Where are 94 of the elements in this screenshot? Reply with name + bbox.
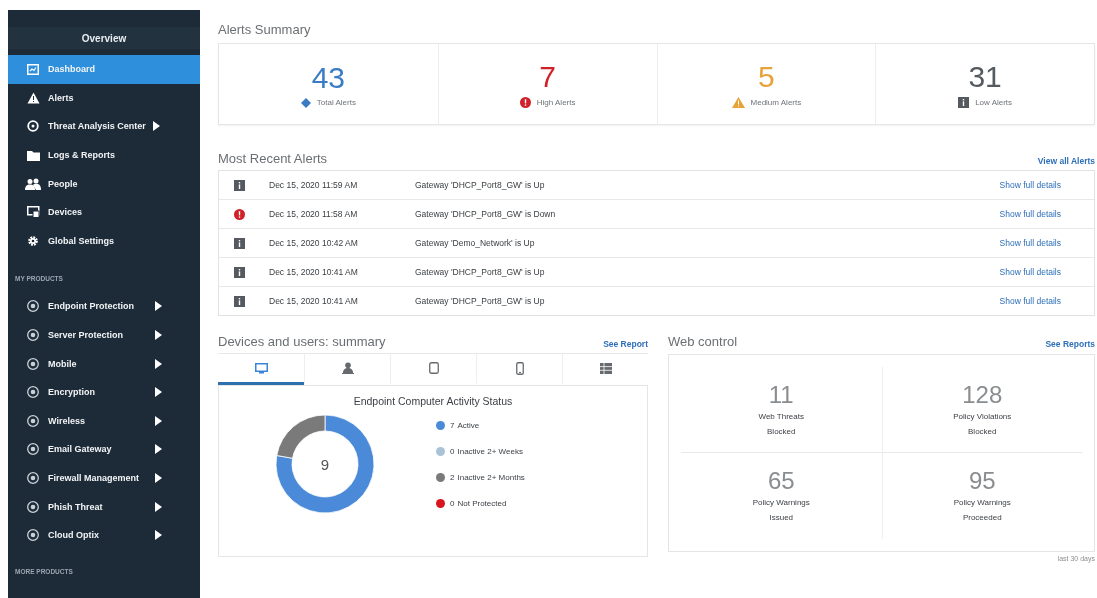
- phone-icon: [515, 361, 524, 375]
- stat-value: 95: [968, 467, 996, 495]
- alert-label: Low Alerts: [975, 98, 1013, 107]
- legend-count: 2: [450, 472, 455, 482]
- settings-icon: [27, 234, 39, 247]
- stat-label: Policy Warnings Proceeded: [952, 497, 1012, 524]
- info-icon: [234, 266, 245, 278]
- sidebar-item[interactable]: Cloud Optix: [8, 520, 200, 550]
- legend-count: 0: [450, 446, 455, 456]
- sidebar-item[interactable]: Mobile: [8, 349, 200, 378]
- see-reports-link[interactable]: See Reports: [1045, 339, 1095, 349]
- product-icon: [27, 329, 39, 342]
- legend-label: Inactive 2+ Months: [457, 472, 525, 482]
- radar-icon: [27, 120, 39, 133]
- details-link[interactable]: Show full details: [999, 209, 1061, 219]
- section-title: Devices and users: summary: [218, 334, 386, 349]
- table-cell-text: Dec 15, 2020 10:41 AM: [269, 267, 359, 277]
- section-title: Alerts Summary: [218, 22, 312, 37]
- dashboard-icon: [27, 63, 39, 75]
- info-icon: [958, 97, 970, 108]
- table-cell-text: Gateway 'DHCP_Port8_GW' is Up: [415, 296, 546, 306]
- product-icon: [27, 472, 39, 484]
- donut-total: 9: [320, 455, 330, 473]
- stat-value: 65: [767, 467, 795, 495]
- details-link[interactable]: Show full details: [999, 267, 1061, 277]
- person-icon: [341, 362, 354, 374]
- sidebar-item[interactable]: Encryption: [8, 377, 200, 407]
- legend-label: Inactive 2+ Weeks: [457, 446, 523, 456]
- info-icon: [234, 237, 245, 249]
- alert-count: 7: [539, 60, 556, 94]
- product-icon: [27, 300, 39, 313]
- exclamation-icon: [519, 97, 531, 108]
- alert-label: Total Alerts: [316, 98, 356, 107]
- table-cell-text: Gateway 'DHCP_Port8_GW' is Up: [415, 180, 546, 190]
- product-icon: [27, 386, 39, 399]
- stat-label: Policy Warnings Issued: [751, 497, 811, 524]
- monitor-icon: [254, 362, 268, 374]
- stat-value: 128: [962, 380, 1003, 409]
- alert-count: 31: [968, 60, 1002, 94]
- product-icon: [27, 357, 39, 370]
- legend-label: Not Protected: [457, 498, 507, 508]
- alert-label: Medium Alerts: [750, 98, 802, 107]
- table-cell-text: Dec 15, 2020 11:59 AM: [269, 180, 359, 190]
- devices-icon: [26, 206, 40, 219]
- stat-value: 11: [768, 380, 794, 409]
- alert-count: 5: [758, 60, 775, 94]
- exclamation-icon: [234, 208, 245, 220]
- product-icon: [27, 500, 39, 513]
- product-icon: [27, 414, 39, 427]
- table-cell-text: Gateway 'DHCP_Port8_GW' is Down: [415, 209, 557, 219]
- table-cell-text: Dec 15, 2020 10:42 AM: [269, 238, 359, 248]
- sidebar-header: Overview: [8, 27, 200, 49]
- warning-icon: [731, 97, 745, 108]
- sidebar-item[interactable]: Firewall Management: [8, 463, 200, 493]
- sidebar-item[interactable]: Server Protection: [8, 320, 200, 350]
- view-all-link[interactable]: View all Alerts: [1037, 156, 1095, 166]
- table-cell-text: Gateway 'Demo_Network' is Up: [415, 238, 536, 248]
- chart-title: Endpoint Computer Activity Status: [353, 395, 513, 407]
- sidebar-item[interactable]: People: [8, 169, 200, 198]
- details-link[interactable]: Show full details: [999, 180, 1061, 190]
- sidebar-item[interactable]: Threat Analysis Center: [8, 112, 200, 141]
- sidebar-item[interactable]: Wireless: [8, 406, 200, 436]
- table-cell-text: Gateway 'DHCP_Port8_GW' is Up: [415, 267, 546, 277]
- legend-label: Active: [457, 420, 480, 430]
- details-link[interactable]: Show full details: [999, 296, 1061, 306]
- info-icon: [234, 179, 245, 191]
- tablet-icon: [428, 362, 439, 374]
- warning-icon: [26, 91, 40, 104]
- details-link[interactable]: Show full details: [999, 238, 1061, 248]
- sidebar-item[interactable]: Global Settings: [8, 226, 200, 256]
- server-icon: [599, 362, 612, 374]
- product-icon: [27, 443, 39, 456]
- legend-count: 7: [450, 420, 455, 430]
- sidebar-item[interactable]: Phish Threat: [8, 492, 200, 521]
- stat-label: Web Threats Blocked: [757, 410, 805, 438]
- alert-count: 43: [311, 60, 346, 95]
- sidebar-item[interactable]: Logs & Reports: [8, 140, 200, 170]
- alert-label: High Alerts: [536, 98, 576, 107]
- people-icon: [25, 177, 41, 190]
- section-title: Most Recent Alerts: [218, 151, 328, 166]
- sidebar-item[interactable]: Endpoint Protection: [8, 292, 200, 321]
- sidebar-item[interactable]: Email Gateway: [8, 435, 200, 464]
- product-icon: [27, 529, 39, 542]
- see-report-link[interactable]: See Report: [603, 339, 648, 349]
- table-cell-text: Dec 15, 2020 10:41 AM: [269, 296, 359, 306]
- folder-icon: [26, 149, 40, 161]
- legend-count: 0: [450, 498, 455, 508]
- sidebar-item[interactable]: Devices: [8, 197, 200, 227]
- sidebar-item[interactable]: Alerts: [8, 83, 200, 113]
- section-title: Web control: [668, 334, 738, 349]
- diamond-icon: [300, 97, 311, 108]
- stat-label: Policy Violations Blocked: [952, 410, 1013, 438]
- info-icon: [234, 295, 245, 307]
- table-cell-text: Dec 15, 2020 11:58 AM: [269, 209, 359, 219]
